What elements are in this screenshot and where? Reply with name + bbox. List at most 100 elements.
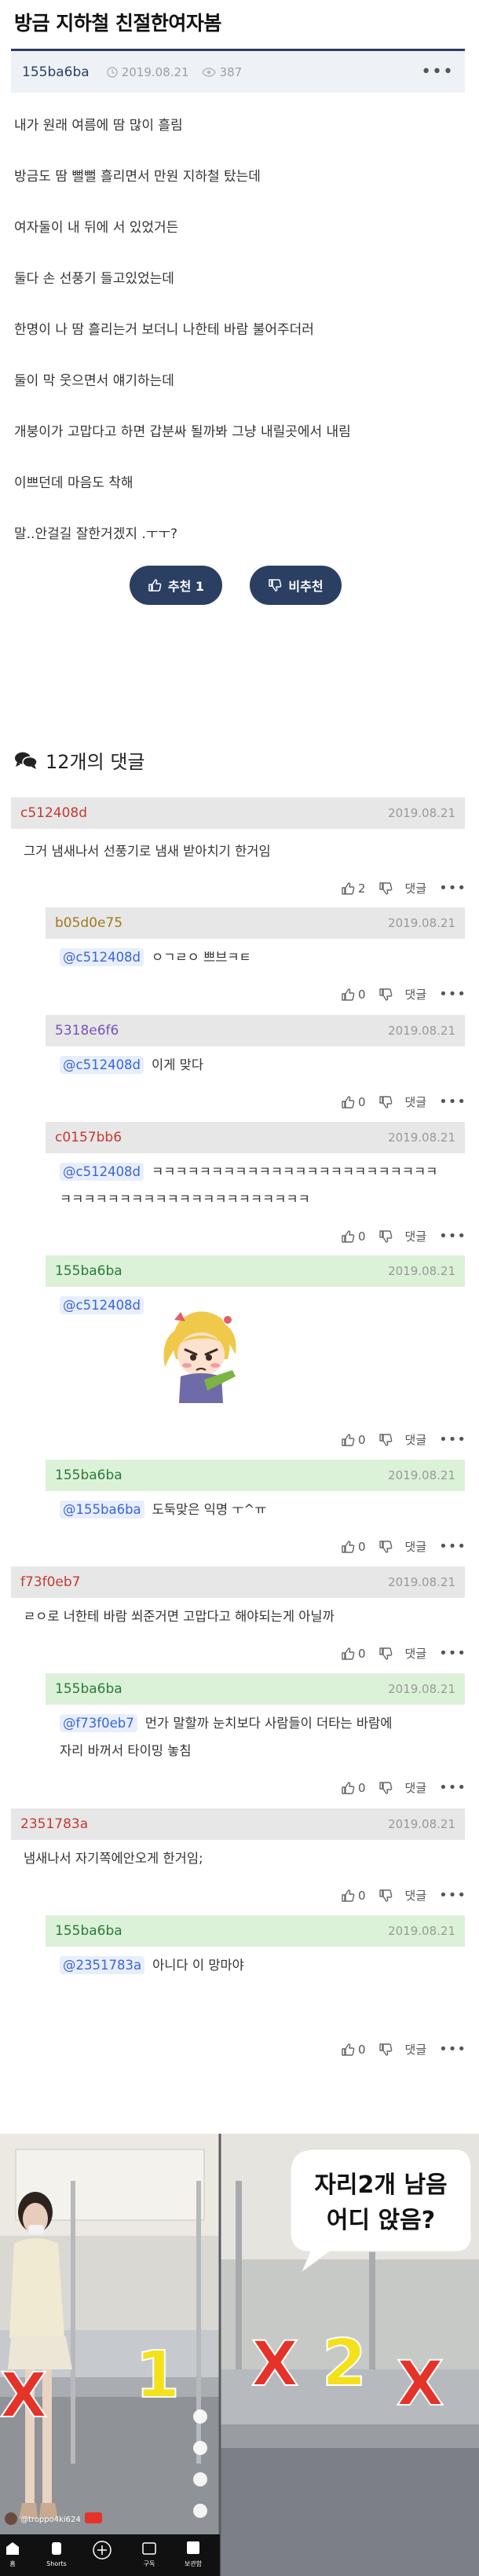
comment-reply-button[interactable]: 댓글 — [405, 1228, 427, 1244]
comment-more-icon[interactable]: ••• — [439, 2041, 466, 2058]
comment-actions: 0 댓글 ••• — [341, 1094, 466, 1110]
comment-actions: 0 댓글 ••• — [341, 1538, 466, 1555]
comment-like-count: 0 — [357, 2042, 366, 2057]
thumbs-down-icon — [378, 1889, 392, 1902]
comment-mention[interactable]: @f73f0eb7 — [60, 1714, 137, 1732]
comment-date: 2019.08.21 — [388, 1264, 455, 1278]
comment-dislike-button[interactable] — [378, 1889, 393, 1903]
comment-like-button[interactable]: 0 — [341, 988, 366, 1002]
nav-subscriptions[interactable]: 구독 — [144, 2560, 155, 2567]
comment-dislike-button[interactable] — [378, 1781, 393, 1795]
comment-mention[interactable]: @2351783a — [60, 1956, 145, 1974]
comment-like-button[interactable]: 0 — [341, 2043, 366, 2057]
nav-library[interactable]: 보관함 — [185, 2560, 203, 2567]
comment-mention[interactable]: @c512408d — [60, 948, 144, 966]
comment-more-icon[interactable]: ••• — [439, 1431, 466, 1448]
comment-mention[interactable]: @c512408d — [60, 1056, 144, 1074]
thumbs-up-icon — [342, 2043, 355, 2056]
comment-more-icon[interactable]: ••• — [439, 986, 466, 1002]
comment-actions: 0 댓글 ••• — [341, 1887, 466, 1904]
thumbs-up-icon — [342, 1647, 355, 1660]
comment-more-icon[interactable]: ••• — [439, 880, 466, 896]
comment-dislike-button[interactable] — [378, 2043, 393, 2057]
more-options-icon[interactable]: ••• — [421, 62, 454, 82]
thumbs-up-icon — [342, 1095, 355, 1108]
comment-more-icon[interactable]: ••• — [439, 1779, 466, 1796]
post-author[interactable]: 155ba6ba — [22, 64, 90, 80]
comment-mention[interactable]: @155ba6ba — [60, 1501, 144, 1519]
comment-body: 그거 냄새나서 선풍기로 냄새 받아치기 한거임 — [24, 839, 271, 864]
comment-more-icon[interactable]: ••• — [439, 1538, 466, 1555]
comment-text: 아니다 이 망마야 — [152, 1958, 244, 1973]
comment-like-button[interactable]: 0 — [341, 1229, 366, 1244]
comment-body: @c512408d — [60, 1293, 152, 1318]
comment-more-icon[interactable]: ••• — [439, 1094, 466, 1110]
comment-dislike-button[interactable] — [378, 1647, 393, 1661]
post-body-line: 둘다 손 선풍기 들고있었는데 — [14, 271, 174, 287]
comment-dislike-button[interactable] — [378, 1229, 393, 1244]
comment-more-icon[interactable]: ••• — [439, 1887, 466, 1904]
comment-dislike-button[interactable] — [378, 1433, 393, 1447]
thumbs-down-icon — [269, 579, 282, 592]
comment-reply-button[interactable]: 댓글 — [405, 1094, 427, 1110]
comment-reply-button[interactable]: 댓글 — [405, 1431, 427, 1448]
upvote-button[interactable]: 추천 1 — [130, 566, 222, 605]
comment-reply-button[interactable]: 댓글 — [405, 1645, 427, 1662]
comment-reply-button[interactable]: 댓글 — [405, 2041, 427, 2058]
comment-author[interactable]: f73f0eb7 — [20, 1574, 80, 1590]
comment-body: @c512408d 이게 맞다 — [60, 1053, 203, 1078]
comment-like-button[interactable]: 0 — [341, 1889, 366, 1903]
downvote-button[interactable]: 비추천 — [250, 566, 342, 605]
comment-body: @2351783a 아니다 이 망마야 — [60, 1953, 244, 1978]
thumbs-down-icon — [378, 1433, 392, 1446]
comment-mention[interactable]: @c512408d — [60, 1296, 144, 1314]
comment-author[interactable]: 155ba6ba — [55, 1263, 122, 1279]
comment-dislike-button[interactable] — [378, 1540, 393, 1554]
comment-like-button[interactable]: 0 — [341, 1095, 366, 1109]
comment-reply-button[interactable]: 댓글 — [405, 880, 427, 896]
thumbs-down-icon — [378, 1540, 392, 1553]
comment-header: 2351783a 2019.08.21 — [11, 1808, 465, 1840]
comment-author[interactable]: c512408d — [20, 805, 87, 821]
comment-mention[interactable]: @c512408d — [60, 1163, 144, 1181]
nav-home[interactable]: 홈 — [9, 2560, 15, 2567]
comment-reply-button[interactable]: 댓글 — [405, 1779, 427, 1796]
comment-reply-button[interactable]: 댓글 — [405, 1538, 427, 1555]
bubble-line-2: 어디 앉음? — [327, 2207, 435, 2234]
comment-author[interactable]: c0157bb6 — [55, 1130, 122, 1145]
mark-2: 2 — [322, 2326, 367, 2401]
comment-author[interactable]: 5318e6f6 — [55, 1023, 119, 1039]
post-body-line: 말..안걸길 잘한거겠지 .ㅜㅜ? — [14, 526, 178, 542]
dislike-icon — [193, 2441, 207, 2455]
post-views-text: 387 — [219, 64, 243, 79]
comment-author[interactable]: b05d0e75 — [55, 915, 122, 931]
comment-like-button[interactable]: 0 — [341, 1540, 366, 1554]
comment-like-button[interactable]: 0 — [341, 1647, 366, 1661]
comment-more-icon[interactable]: ••• — [439, 1645, 466, 1662]
comment-header: c512408d 2019.08.21 — [11, 797, 465, 829]
comment-author[interactable]: 155ba6ba — [55, 1681, 122, 1697]
comment-like-button[interactable]: 2 — [341, 881, 366, 896]
comment-reply-button[interactable]: 댓글 — [405, 1887, 427, 1904]
comment-dislike-button[interactable] — [378, 988, 393, 1002]
comment-header: 155ba6ba 2019.08.21 — [46, 1255, 465, 1287]
comment-header: 155ba6ba 2019.08.21 — [46, 1673, 465, 1705]
share-icon — [193, 2504, 207, 2518]
comment-like-button[interactable]: 0 — [341, 1781, 366, 1795]
comment-more-icon[interactable]: ••• — [439, 1228, 466, 1244]
comment-author[interactable]: 155ba6ba — [55, 1923, 122, 1939]
comment-author[interactable]: 155ba6ba — [55, 1468, 122, 1483]
thumbs-down-icon — [378, 1095, 392, 1108]
comment-reply-button[interactable]: 댓글 — [405, 986, 427, 1002]
comment-actions: 0 댓글 ••• — [341, 986, 466, 1002]
nav-shorts[interactable]: Shorts — [46, 2560, 67, 2567]
comment-author[interactable]: 2351783a — [20, 1816, 88, 1832]
comment-dislike-button[interactable] — [378, 881, 393, 896]
channel-handle: @troppo4ki624 — [20, 2516, 81, 2524]
comment-date: 2019.08.21 — [388, 1817, 455, 1831]
shorts-icon — [52, 2542, 61, 2555]
comment-like-button[interactable]: 0 — [341, 1433, 366, 1447]
post-body-line: 이쁘던데 마음도 착해 — [14, 475, 133, 491]
comment-header: b05d0e75 2019.08.21 — [46, 907, 465, 939]
comment-dislike-button[interactable] — [378, 1095, 393, 1109]
